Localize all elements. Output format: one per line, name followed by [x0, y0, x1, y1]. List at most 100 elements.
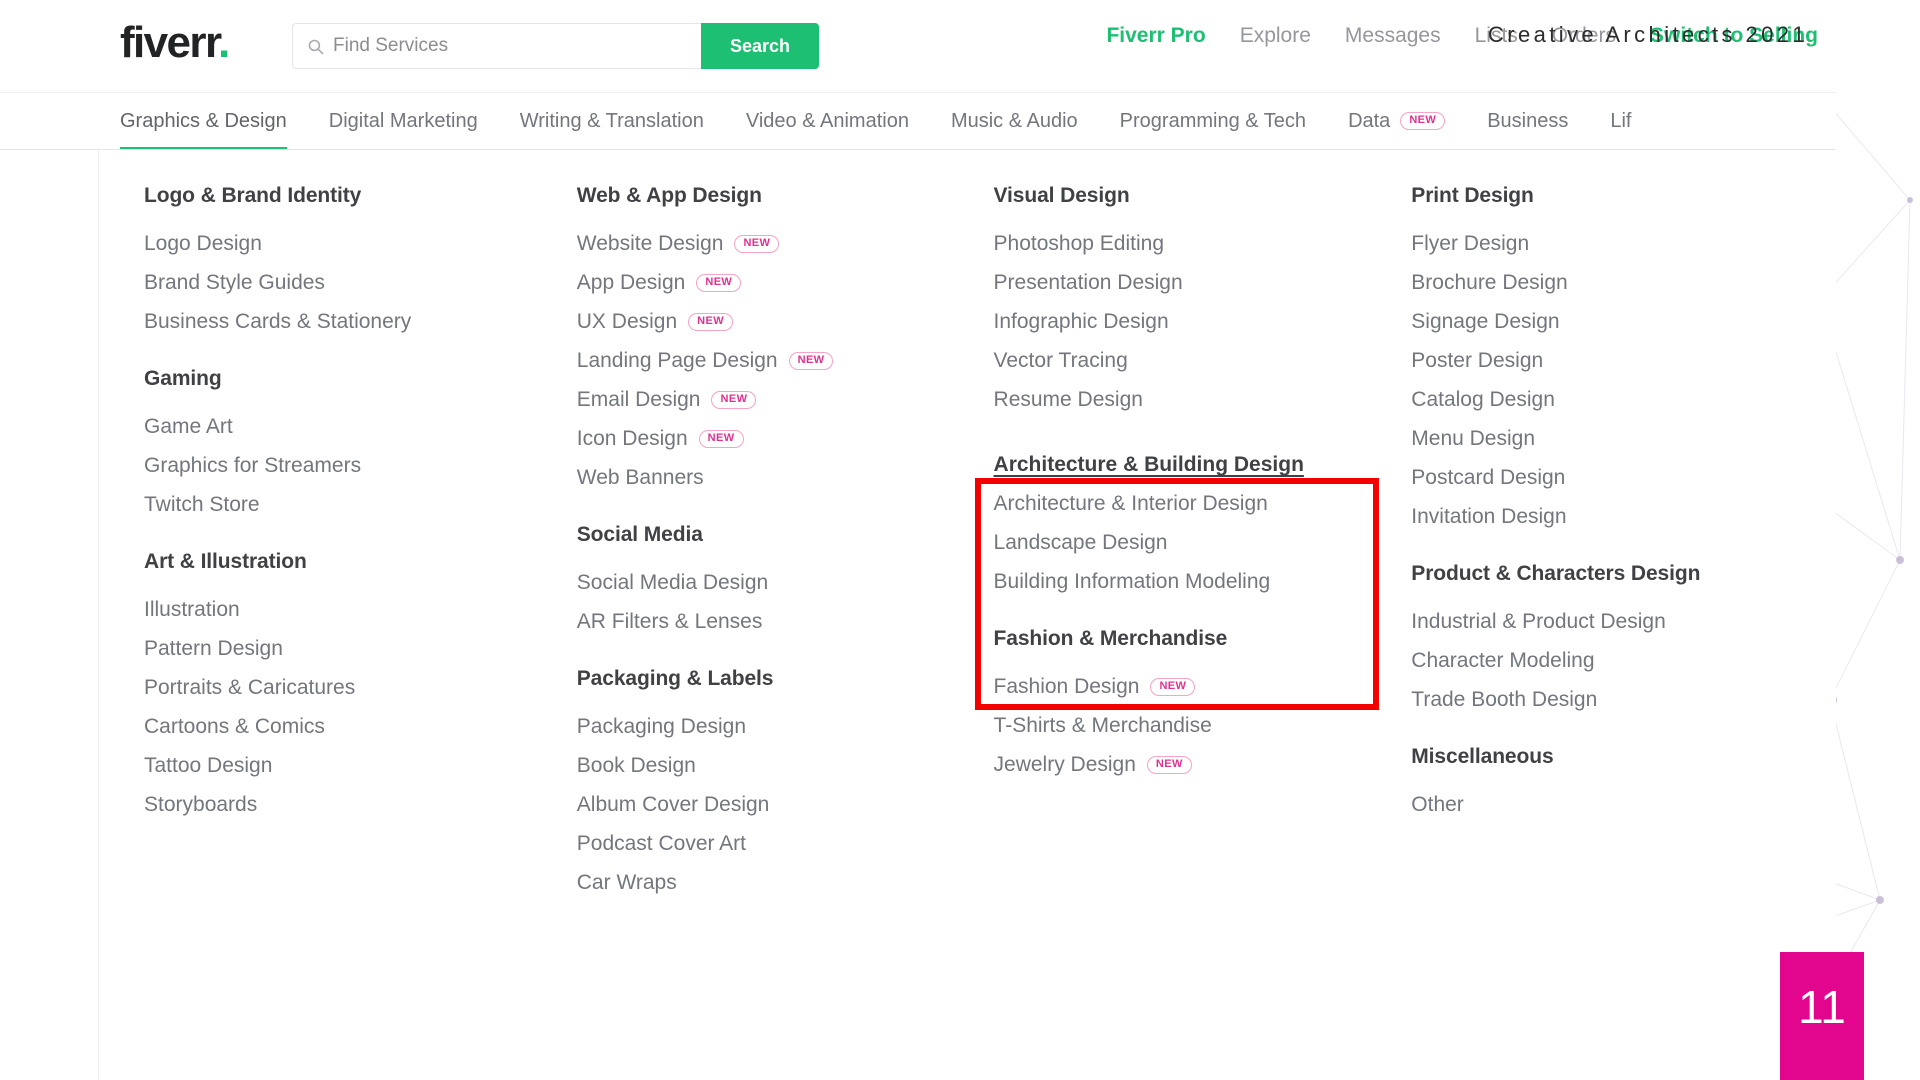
mega-menu-link-label: Game Art	[144, 415, 233, 438]
mega-menu-link-label: Vector Tracing	[993, 349, 1128, 372]
mega-menu-group: Architecture & Building Design Architectu…	[994, 445, 1399, 601]
mega-menu-link-app-design[interactable]: App Design NEW	[577, 263, 959, 302]
category-tab-label: Music & Audio	[950, 110, 1078, 132]
mega-menu-link-ar-filters-lenses[interactable]: AR Filters & Lenses	[577, 602, 959, 641]
mega-menu-group: Web & App Design Website Design NEW App Des…	[577, 184, 959, 497]
mega-menu-link-label: Illustration	[144, 598, 240, 621]
mega-menu-link-business-cards-stationery[interactable]: Business Cards & Stationery	[144, 302, 529, 341]
top-nav-item-explore[interactable]: Explore	[1240, 24, 1311, 48]
mega-menu-group-title: Visual Design	[993, 184, 1130, 207]
mega-menu-link-label: Menu Design	[1411, 427, 1536, 450]
mega-menu-link-brand-style-guides[interactable]: Brand Style Guides	[144, 263, 529, 302]
category-tab-video-animation[interactable]: Video & Animation	[746, 93, 909, 149]
mega-menu-link-building-information-modeling[interactable]: Building Information Modeling	[994, 562, 1399, 601]
mega-menu-link-architecture-building-design[interactable]: Architecture & Building Design	[994, 445, 1399, 484]
top-nav-item-messages[interactable]: Messages	[1345, 24, 1441, 48]
mega-menu-link-album-cover-design[interactable]: Album Cover Design	[577, 785, 959, 824]
mega-menu-link-brochure-design[interactable]: Brochure Design	[1411, 263, 1836, 302]
category-tab-label: Writing & Translation	[519, 110, 704, 132]
mega-menu-link-landing-page-design[interactable]: Landing Page Design NEW	[577, 341, 959, 380]
mega-menu-link-presentation-design[interactable]: Presentation Design	[994, 263, 1399, 302]
category-tab-data[interactable]: Data NEW	[1348, 93, 1446, 149]
category-tab-graphics-design[interactable]: Graphics & Design	[120, 93, 287, 149]
mega-menu-link-label: Cartoons & Comics	[144, 715, 325, 738]
category-tab-business[interactable]: Business	[1487, 93, 1568, 149]
mega-menu-link-poster-design[interactable]: Poster Design	[1411, 341, 1836, 380]
mega-menu-link-email-design[interactable]: Email Design NEW	[577, 380, 959, 419]
logo-text: fiverr	[120, 18, 220, 67]
mega-menu-link-label: AR Filters & Lenses	[576, 610, 763, 633]
mega-menu-link-ux-design[interactable]: UX Design NEW	[577, 302, 959, 341]
mega-menu-link-icon-design[interactable]: Icon Design NEW	[577, 419, 959, 458]
mega-menu-link-fashion-design[interactable]: Fashion Design NEW	[994, 667, 1399, 706]
search-box[interactable]	[292, 23, 701, 69]
search-icon	[308, 39, 324, 54]
new-badge: NEW	[698, 429, 744, 448]
mega-menu-group-title: Logo & Brand Identity	[144, 184, 362, 207]
mega-menu-link-label: Jewelry Design	[993, 753, 1136, 776]
mega-menu-link-label: Pattern Design	[144, 637, 283, 660]
mega-menu-link-car-wraps[interactable]: Car Wraps	[577, 863, 959, 902]
mega-menu-link-trade-booth-design[interactable]: Trade Booth Design	[1411, 680, 1836, 719]
mega-menu-link-resume-design[interactable]: Resume Design	[994, 380, 1399, 419]
mega-menu-link-label: Architecture & Interior Design	[993, 492, 1268, 515]
category-tab-programming-tech[interactable]: Programming & Tech	[1120, 93, 1306, 149]
mega-menu-link-invitation-design[interactable]: Invitation Design	[1411, 497, 1836, 536]
mega-menu-link-website-design[interactable]: Website Design NEW	[577, 224, 959, 263]
mega-menu-link-menu-design[interactable]: Menu Design	[1411, 419, 1836, 458]
category-tab-writing-translation[interactable]: Writing & Translation	[520, 93, 704, 149]
mega-menu-link-packaging-design[interactable]: Packaging Design	[577, 707, 959, 746]
mega-menu-link-infographic-design[interactable]: Infographic Design	[994, 302, 1399, 341]
mega-menu-link-pattern-design[interactable]: Pattern Design	[144, 629, 529, 668]
mega-menu-link-graphics-for-streamers[interactable]: Graphics for Streamers	[144, 446, 529, 485]
fiverr-logo[interactable]: fiverr.	[120, 18, 230, 68]
mega-menu-link-social-media-design[interactable]: Social Media Design	[577, 563, 959, 602]
mega-menu-link-architecture-interior-design[interactable]: Architecture & Interior Design	[994, 484, 1399, 523]
mega-menu-link-label: Trade Booth Design	[1411, 688, 1598, 711]
top-nav-item-fiverr-pro[interactable]: Fiverr Pro	[1106, 24, 1205, 48]
category-tab-digital-marketing[interactable]: Digital Marketing	[329, 93, 478, 149]
mega-menu-group: Visual Design Photoshop Editing Presentati…	[994, 184, 1399, 419]
mega-menu-link-flyer-design[interactable]: Flyer Design	[1411, 224, 1836, 263]
category-tab-label: Business	[1487, 110, 1569, 132]
mega-menu-link-portraits-caricatures[interactable]: Portraits & Caricatures	[144, 668, 529, 707]
mega-menu-link-illustration[interactable]: Illustration	[144, 590, 529, 629]
mega-menu-link-landscape-design[interactable]: Landscape Design	[994, 523, 1399, 562]
mega-menu-link-signage-design[interactable]: Signage Design	[1411, 302, 1836, 341]
top-nav-item-orders[interactable]: Orders	[1552, 24, 1616, 48]
mega-menu-link-game-art[interactable]: Game Art	[144, 407, 529, 446]
mega-menu-link-podcast-cover-art[interactable]: Podcast Cover Art	[577, 824, 959, 863]
mega-menu-group-title: Art & Illustration	[144, 550, 307, 573]
mega-menu-link-label: Portraits & Caricatures	[144, 676, 356, 699]
mega-menu-link-label: Car Wraps	[576, 871, 677, 894]
category-tab-music-audio[interactable]: Music & Audio	[951, 93, 1078, 149]
mega-menu-link-jewelry-design[interactable]: Jewelry Design NEW	[994, 745, 1399, 784]
mega-menu-link-postcard-design[interactable]: Postcard Design	[1411, 458, 1836, 497]
category-tab-lif[interactable]: Lif	[1610, 93, 1631, 149]
mega-menu-link-industrial-product-design[interactable]: Industrial & Product Design	[1411, 602, 1836, 641]
mega-menu-column-3: Visual Design Photoshop Editing Presentati…	[959, 178, 1399, 1080]
mega-menu-link-storyboards[interactable]: Storyboards	[144, 785, 529, 824]
mega-menu-link-twitch-store[interactable]: Twitch Store	[144, 485, 529, 524]
top-navigation: Fiverr Pro Explore Messages Lists Orders…	[1106, 24, 1818, 48]
top-nav-item-lists[interactable]: Lists	[1475, 24, 1518, 48]
mega-menu-link-label: Postcard Design	[1411, 466, 1566, 489]
mega-menu-link-character-modeling[interactable]: Character Modeling	[1411, 641, 1836, 680]
mega-menu-link-t-shirts-merchandise[interactable]: T-Shirts & Merchandise	[994, 706, 1399, 745]
search-button[interactable]: Search	[701, 23, 819, 69]
new-badge: NEW	[688, 312, 734, 331]
mega-menu-link-cartoons-comics[interactable]: Cartoons & Comics	[144, 707, 529, 746]
mega-menu-link-logo-design[interactable]: Logo Design	[144, 224, 529, 263]
mega-menu-link-tattoo-design[interactable]: Tattoo Design	[144, 746, 529, 785]
mega-menu-link-other[interactable]: Other	[1411, 785, 1836, 824]
search-input[interactable]	[333, 35, 687, 57]
mega-menu-link-label: Catalog Design	[1411, 388, 1555, 411]
mega-menu-link-photoshop-editing[interactable]: Photoshop Editing	[994, 224, 1399, 263]
top-nav-item-switch-to-selling[interactable]: Switch to Selling	[1650, 24, 1818, 48]
mega-menu-link-book-design[interactable]: Book Design	[577, 746, 959, 785]
mega-menu-link-catalog-design[interactable]: Catalog Design	[1411, 380, 1836, 419]
new-badge: NEW	[1400, 112, 1446, 130]
mega-menu-link-vector-tracing[interactable]: Vector Tracing	[994, 341, 1399, 380]
new-badge: NEW	[1150, 677, 1196, 696]
mega-menu-link-web-banners[interactable]: Web Banners	[577, 458, 959, 497]
